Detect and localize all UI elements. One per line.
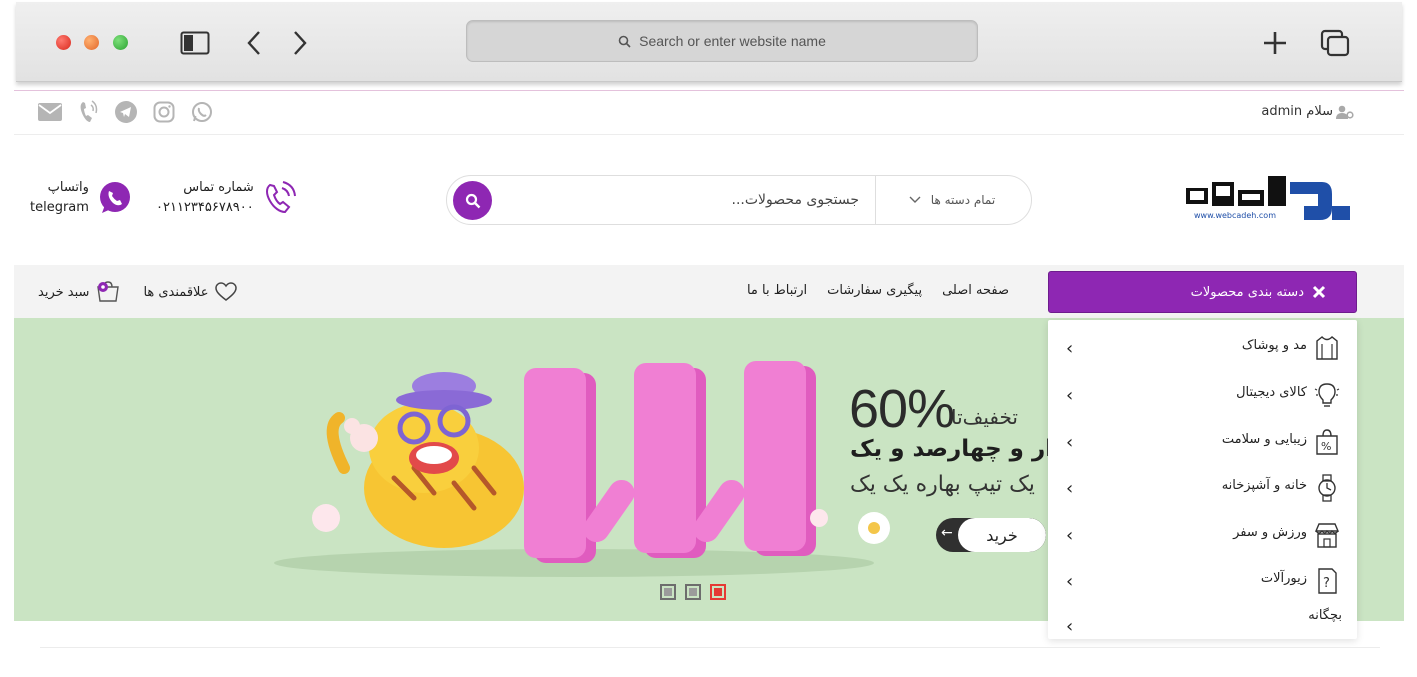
category-label: ورزش و سفر bbox=[1233, 525, 1307, 540]
product-search: تمام دسته ها bbox=[446, 175, 1032, 225]
user-settings-icon bbox=[1336, 105, 1354, 119]
category-label: کالای دیجیتال bbox=[1236, 385, 1307, 400]
user-greeting[interactable]: سلام admin bbox=[1261, 104, 1354, 119]
buy-button-label: خرید bbox=[958, 518, 1046, 552]
chevron-left-icon: ‹ bbox=[1066, 616, 1074, 637]
nav-link-home[interactable]: صفحه اصلی bbox=[942, 283, 1009, 298]
banner-discount-percent: 60% bbox=[849, 379, 955, 439]
logo-url: www.webcadeh.com bbox=[1194, 211, 1276, 220]
phone-contact[interactable]: شماره تماس ۰۲۱۱۲۳۴۵۶۷۸۹۰۰ bbox=[156, 178, 298, 218]
lightbulb-icon bbox=[1312, 380, 1342, 410]
mail-icon[interactable] bbox=[38, 100, 62, 124]
cart-link[interactable]: سبد خرید bbox=[38, 281, 121, 303]
pink-number-bars bbox=[524, 361, 816, 563]
divider bbox=[40, 647, 1380, 648]
svg-text:%: % bbox=[1321, 440, 1331, 453]
wishlist-label: علاقمندی ها bbox=[143, 284, 209, 300]
tab-overview-icon[interactable] bbox=[1318, 27, 1352, 59]
category-item-digital[interactable]: ‹ کالای دیجیتال bbox=[1048, 375, 1357, 415]
search-button[interactable] bbox=[453, 181, 492, 220]
category-item-beauty[interactable]: ‹ زیبایی و سلامت % bbox=[1048, 422, 1357, 462]
category-item-kids[interactable]: ‹ بچگانه bbox=[1048, 604, 1357, 644]
telegram-icon[interactable] bbox=[114, 100, 138, 124]
top-info-bar: سلام admin bbox=[14, 92, 1404, 135]
categories-dropdown: ‹ مد و پوشاک ‹ کالای دیجیتال ‹ زیبایی و … bbox=[1048, 320, 1357, 639]
category-label: زیورآلات bbox=[1260, 571, 1307, 586]
close-window-button[interactable] bbox=[56, 35, 71, 50]
search-icon bbox=[465, 193, 480, 208]
instagram-icon[interactable] bbox=[152, 100, 176, 124]
whatsapp-icon bbox=[99, 182, 130, 213]
search-input[interactable] bbox=[499, 185, 859, 215]
category-label: خانه و آشپزخانه bbox=[1221, 478, 1307, 493]
close-icon bbox=[1312, 285, 1326, 299]
nav-links: صفحه اصلی پیگیری سفارشات ارتباط با ما bbox=[747, 283, 1009, 298]
whatsapp-contact[interactable]: واتساپ telegram bbox=[30, 178, 133, 218]
greeting-text: سلام admin bbox=[1261, 104, 1333, 119]
whatsapp-icon[interactable] bbox=[190, 100, 214, 124]
slide-dot-1[interactable] bbox=[660, 584, 676, 600]
banner-discount-label: تخفیف‌تا bbox=[951, 405, 1018, 429]
slider-dots bbox=[660, 584, 726, 600]
address-bar[interactable]: Search or enter website name bbox=[466, 20, 978, 62]
phone-icon[interactable] bbox=[76, 100, 100, 124]
browser-toolbar: Search or enter website name bbox=[16, 2, 1402, 82]
arrow-left-icon: ← bbox=[941, 525, 953, 541]
banner-illustration bbox=[274, 361, 890, 577]
percent-bag-icon: % bbox=[1312, 427, 1342, 457]
whatsapp-label: واتساپ bbox=[47, 180, 89, 195]
nav-link-contact[interactable]: ارتباط با ما bbox=[747, 283, 807, 298]
sidebar-toggle-icon[interactable] bbox=[178, 27, 212, 59]
slide-dot-3[interactable] bbox=[710, 584, 726, 600]
heart-icon bbox=[214, 282, 237, 301]
watch-icon bbox=[1312, 473, 1342, 503]
chevron-left-icon: ‹ bbox=[1066, 432, 1074, 453]
category-select[interactable]: تمام دسته ها bbox=[877, 189, 1027, 211]
social-links bbox=[38, 100, 214, 124]
phone-call-icon bbox=[265, 181, 296, 214]
banner-subline: یک تیپ بهاره یک یک bbox=[850, 472, 1035, 497]
tiger-character bbox=[326, 372, 524, 548]
categories-menu-button[interactable]: دسته بندی محصولات bbox=[1048, 271, 1357, 313]
telegram-label: telegram bbox=[30, 200, 89, 215]
new-tab-icon[interactable] bbox=[1260, 27, 1290, 59]
category-item-fashion[interactable]: ‹ مد و پوشاک bbox=[1048, 328, 1357, 368]
category-label: بچگانه bbox=[1308, 608, 1342, 623]
divider bbox=[875, 176, 876, 224]
categories-menu-label: دسته بندی محصولات bbox=[1190, 284, 1304, 300]
chevron-left-icon: ‹ bbox=[1066, 478, 1074, 499]
chevron-left-icon: ‹ bbox=[1066, 338, 1074, 359]
cart-icon bbox=[97, 281, 120, 302]
question-icon: ? bbox=[1312, 566, 1342, 596]
category-item-sport[interactable]: ‹ ورزش و سفر bbox=[1048, 515, 1357, 555]
nav-link-order-tracking[interactable]: پیگیری سفارشات bbox=[827, 283, 922, 298]
category-label: زیبایی و سلامت bbox=[1221, 432, 1307, 447]
category-select-label: تمام دسته ها bbox=[930, 193, 996, 207]
chevron-left-icon: ‹ bbox=[1066, 385, 1074, 406]
category-label: مد و پوشاک bbox=[1241, 338, 1307, 353]
nav-actions: سبد خرید علاقمندی ها bbox=[38, 281, 237, 303]
back-icon[interactable] bbox=[242, 27, 266, 59]
minimize-window-button[interactable] bbox=[84, 35, 99, 50]
chevron-left-icon: ‹ bbox=[1066, 571, 1074, 592]
buy-button[interactable]: ← خرید bbox=[936, 518, 1046, 552]
phone-number: ۰۲۱۱۲۳۴۵۶۷۸۹۰۰ bbox=[156, 200, 254, 215]
shirt-icon bbox=[1312, 333, 1342, 363]
category-item-jewelry[interactable]: ‹ زیورآلات ? bbox=[1048, 561, 1357, 601]
svg-text:?: ? bbox=[1323, 576, 1330, 591]
slide-dot-2[interactable] bbox=[685, 584, 701, 600]
address-bar-placeholder: Search or enter website name bbox=[639, 33, 826, 49]
category-item-home[interactable]: ‹ خانه و آشپزخانه bbox=[1048, 468, 1357, 508]
chevron-down-icon bbox=[909, 196, 921, 203]
search-icon bbox=[618, 35, 631, 48]
phone-label: شماره تماس bbox=[183, 180, 254, 195]
forward-icon[interactable] bbox=[288, 27, 312, 59]
maximize-window-button[interactable] bbox=[113, 35, 128, 50]
store-icon bbox=[1312, 520, 1342, 550]
divider bbox=[14, 90, 1404, 91]
chevron-left-icon: ‹ bbox=[1066, 525, 1074, 546]
cart-label: سبد خرید bbox=[38, 284, 90, 300]
wishlist-link[interactable]: علاقمندی ها bbox=[143, 282, 237, 302]
site-logo[interactable]: www.webcadeh.com bbox=[1182, 176, 1352, 232]
